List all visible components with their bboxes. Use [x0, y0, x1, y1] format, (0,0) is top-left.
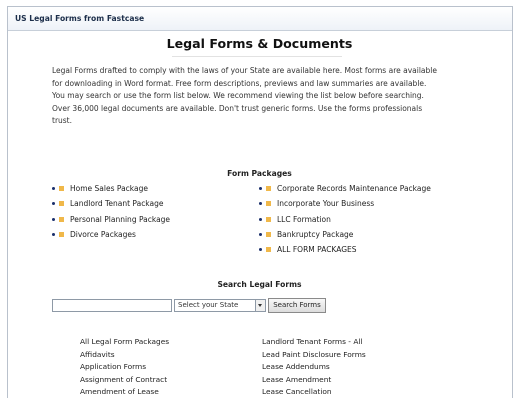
- form-packages-title: Form Packages: [227, 169, 292, 178]
- form-link[interactable]: Application Forms: [80, 361, 250, 374]
- package-link-home-sales[interactable]: Home Sales Package: [52, 181, 252, 196]
- search-forms-button[interactable]: Search Forms: [268, 298, 326, 313]
- state-select-value: Select your State: [178, 301, 239, 309]
- forms-left-list: All Legal Form Packages Affidavits Appli…: [80, 336, 250, 399]
- page-heading: Legal Forms & Documents: [166, 36, 353, 51]
- intro-line: You may search or use the form list belo…: [52, 91, 424, 101]
- package-label: Bankruptcy Package: [277, 229, 354, 239]
- package-link-llc-formation[interactable]: LLC Formation: [259, 212, 489, 227]
- square-marker-icon: [59, 186, 64, 191]
- square-marker-icon: [266, 231, 271, 237]
- bullet-dot-icon: [259, 248, 262, 252]
- bullet-dot-icon: [52, 232, 55, 236]
- chevron-down-icon[interactable]: [255, 300, 265, 311]
- form-link[interactable]: Landlord Tenant Forms - All: [262, 336, 462, 349]
- window-title: US Legal Forms from Fastcase: [8, 7, 512, 31]
- search-section-title: Search Legal Forms: [217, 280, 302, 289]
- intro-line: Over 36,000 legal documents are availabl…: [52, 103, 423, 113]
- square-marker-icon: [266, 247, 271, 253]
- state-select[interactable]: Select your State: [174, 299, 266, 312]
- package-label: ALL FORM PACKAGES: [277, 245, 357, 255]
- package-label: Landlord Tenant Package: [70, 199, 164, 209]
- intro-text: Legal Forms drafted to comply with the l…: [52, 65, 470, 128]
- square-marker-icon: [266, 186, 271, 191]
- form-link[interactable]: Assignment of Contract: [80, 374, 250, 387]
- bullet-dot-icon: [52, 202, 55, 206]
- package-label: Personal Planning Package: [70, 214, 171, 224]
- square-marker-icon: [266, 201, 271, 207]
- package-link-divorce[interactable]: Divorce Packages: [52, 227, 252, 242]
- bullet-dot-icon: [259, 187, 262, 190]
- heading-divider: [172, 56, 342, 57]
- intro-line: Legal Forms drafted to comply with the l…: [52, 66, 437, 75]
- square-marker-icon: [59, 231, 64, 237]
- package-label: Incorporate Your Business: [277, 199, 375, 209]
- package-label: Divorce Packages: [70, 229, 136, 239]
- form-link[interactable]: Lease Addendums: [262, 361, 462, 374]
- package-label: Home Sales Package: [70, 184, 148, 193]
- form-link[interactable]: Lead Paint Disclosure Forms: [262, 349, 462, 362]
- intro-line: trust.: [52, 116, 73, 126]
- bullet-dot-icon: [52, 187, 55, 190]
- intro-line: for downloading in Word format. Free for…: [52, 78, 427, 88]
- square-marker-icon: [59, 201, 64, 207]
- form-link[interactable]: Affidavits: [80, 349, 250, 362]
- package-link-all-packages[interactable]: ALL FORM PACKAGES: [259, 242, 489, 257]
- package-link-incorporate-business[interactable]: Incorporate Your Business: [259, 196, 489, 211]
- bullet-dot-icon: [259, 217, 262, 221]
- package-link-corporate-records[interactable]: Corporate Records Maintenance Package: [259, 181, 489, 196]
- packages-left-list: Home Sales Package Landlord Tenant Packa…: [52, 181, 252, 242]
- package-link-bankruptcy[interactable]: Bankruptcy Package: [259, 227, 489, 242]
- search-input[interactable]: [52, 299, 172, 312]
- square-marker-icon: [266, 216, 271, 222]
- package-label: Corporate Records Maintenance Package: [277, 184, 431, 193]
- bullet-dot-icon: [259, 202, 262, 206]
- bullet-dot-icon: [259, 232, 262, 236]
- package-link-landlord-tenant[interactable]: Landlord Tenant Package: [52, 196, 252, 211]
- form-link[interactable]: All Legal Form Packages: [80, 336, 250, 349]
- form-link[interactable]: Lease Amendment: [262, 374, 462, 387]
- bullet-dot-icon: [52, 217, 55, 221]
- forms-right-list: Landlord Tenant Forms - All Lead Paint D…: [262, 336, 462, 399]
- square-marker-icon: [59, 216, 64, 222]
- packages-right-list: Corporate Records Maintenance Package In…: [259, 181, 489, 257]
- package-label: LLC Formation: [277, 214, 331, 224]
- package-link-personal-planning[interactable]: Personal Planning Package: [52, 212, 252, 227]
